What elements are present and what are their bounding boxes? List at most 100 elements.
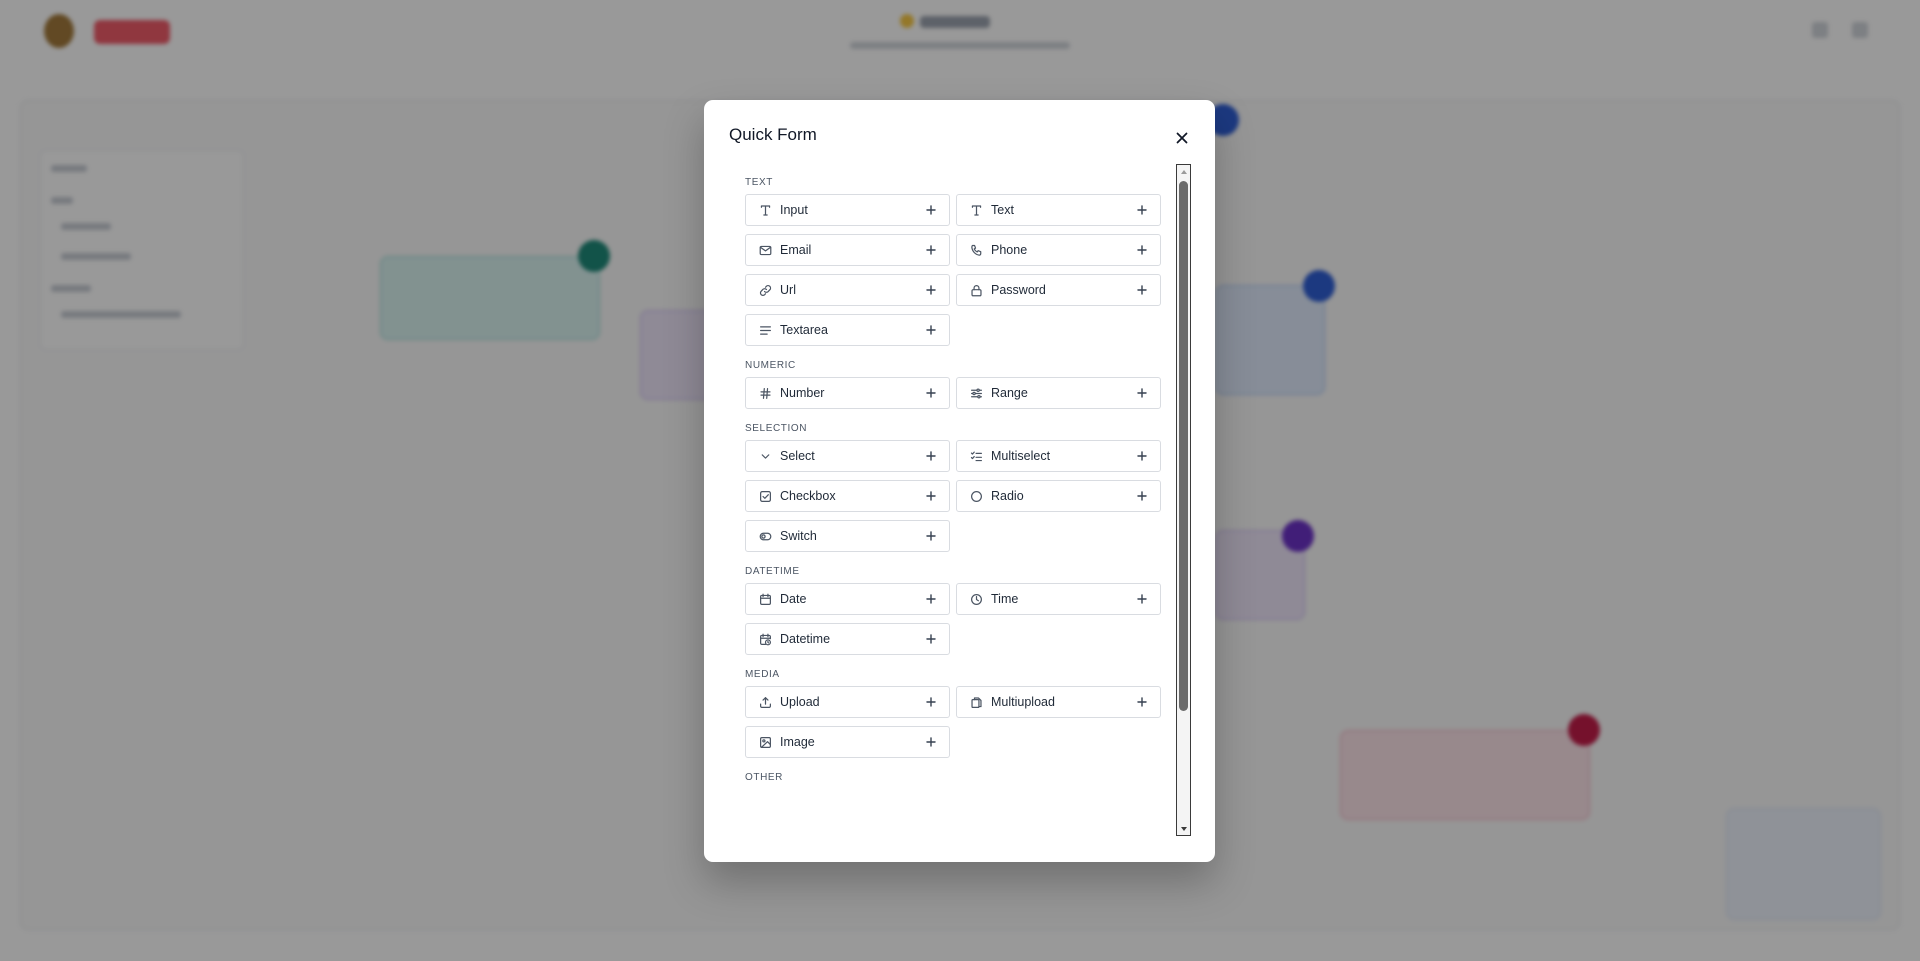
plus-icon [925, 244, 937, 256]
plus-icon [1136, 284, 1148, 296]
scrollbar-thumb[interactable] [1179, 181, 1188, 711]
close-button[interactable] [1169, 125, 1195, 151]
section-label-text: TEXT [745, 177, 773, 188]
field-label: Url [780, 283, 796, 297]
field-label: Select [780, 449, 815, 463]
field-list-scroll-area[interactable]: TEXT Input Text Email Phone Url Password Textar… [729, 164, 1191, 848]
field-list: TEXT Input Text Email Phone Url Password Textar… [745, 176, 1161, 785]
add-upload-field-button[interactable]: Upload [745, 686, 950, 718]
field-label: Email [780, 243, 812, 257]
field-label: Textarea [780, 323, 828, 337]
field-label: Switch [780, 529, 817, 543]
field-label: Upload [780, 695, 820, 709]
add-checkbox-field-button[interactable]: Checkbox [745, 480, 950, 512]
plus-icon [1136, 387, 1148, 399]
plus-icon [1136, 490, 1148, 502]
plus-icon [925, 633, 937, 645]
field-grid-datetime: Date Time Datetime [745, 583, 1161, 655]
add-time-field-button[interactable]: Time [956, 583, 1161, 615]
calendar-icon [758, 592, 772, 606]
upload-icon [758, 695, 772, 709]
plus-icon [925, 324, 937, 336]
field-label: Date [780, 592, 807, 606]
plus-icon [925, 696, 937, 708]
field-grid-numeric: Number Range [745, 377, 1161, 409]
scroll-up-arrow-icon[interactable] [1177, 165, 1190, 178]
add-date-field-button[interactable]: Date [745, 583, 950, 615]
plus-icon [925, 593, 937, 605]
field-label: Input [780, 203, 808, 217]
field-label: Checkbox [780, 489, 836, 503]
checkbox-icon [758, 489, 772, 503]
field-grid-selection: Select Multiselect Checkbox Radio Switch [745, 440, 1161, 552]
field-label: Text [991, 203, 1014, 217]
plus-icon [925, 736, 937, 748]
section-label-datetime: DATETIME [745, 566, 800, 577]
add-multiupload-field-button[interactable]: Multiupload [956, 686, 1161, 718]
hash-icon [758, 386, 772, 400]
files-icon [969, 695, 983, 709]
add-email-field-button[interactable]: Email [745, 234, 950, 266]
add-range-field-button[interactable]: Range [956, 377, 1161, 409]
field-label: Radio [991, 489, 1024, 503]
add-radio-field-button[interactable]: Radio [956, 480, 1161, 512]
sliders-icon [969, 386, 983, 400]
add-image-field-button[interactable]: Image [745, 726, 950, 758]
field-label: Datetime [780, 632, 831, 646]
section-label-media: MEDIA [745, 669, 780, 680]
plus-icon [925, 490, 937, 502]
add-url-field-button[interactable]: Url [745, 274, 950, 306]
add-multiselect-field-button[interactable]: Multiselect [956, 440, 1161, 472]
add-datetime-field-button[interactable]: Datetime [745, 623, 950, 655]
plus-icon [925, 284, 937, 296]
dialog-title: Quick Form [729, 125, 817, 144]
add-select-field-button[interactable]: Select [745, 440, 950, 472]
add-switch-field-button[interactable]: Switch [745, 520, 950, 552]
field-label: Phone [991, 243, 1028, 257]
section-label-numeric: NUMERIC [745, 360, 796, 371]
add-text-field-button[interactable]: Text [956, 194, 1161, 226]
scroll-down-arrow-icon[interactable] [1177, 822, 1190, 835]
field-grid-text: Input Text Email Phone Url Password Textarea [745, 194, 1161, 346]
plus-icon [1136, 204, 1148, 216]
section-label-selection: SELECTION [745, 423, 808, 434]
add-input-field-button[interactable]: Input [745, 194, 950, 226]
plus-icon [925, 387, 937, 399]
quick-form-dialog: Quick Form TEXT Input Text Email Phone Url Pas… [704, 100, 1215, 862]
field-label: Multiupload [991, 695, 1055, 709]
align-left-icon [758, 323, 772, 337]
mail-icon [758, 243, 772, 257]
clock-icon [969, 592, 983, 606]
plus-icon [925, 450, 937, 462]
field-label: Multiselect [991, 449, 1051, 463]
plus-icon [1136, 696, 1148, 708]
add-password-field-button[interactable]: Password [956, 274, 1161, 306]
image-icon [758, 735, 772, 749]
add-textarea-field-button[interactable]: Textarea [745, 314, 950, 346]
plus-icon [1136, 593, 1148, 605]
add-number-field-button[interactable]: Number [745, 377, 950, 409]
scrollbar[interactable] [1176, 164, 1191, 836]
field-label: Time [991, 592, 1019, 606]
add-phone-field-button[interactable]: Phone [956, 234, 1161, 266]
close-icon [1176, 132, 1188, 144]
plus-icon [925, 204, 937, 216]
section-label-other: OTHER [745, 772, 783, 783]
field-grid-media: Upload Multiupload Image [745, 686, 1161, 758]
plus-icon [1136, 450, 1148, 462]
circle-icon [969, 489, 983, 503]
link-icon [758, 283, 772, 297]
type-icon [969, 203, 983, 217]
field-label: Image [780, 735, 815, 749]
field-label: Password [991, 283, 1046, 297]
calendar-clock-icon [758, 632, 772, 646]
phone-icon [969, 243, 983, 257]
field-label: Number [780, 386, 825, 400]
list-checks-icon [969, 449, 983, 463]
type-icon [758, 203, 772, 217]
field-label: Range [991, 386, 1028, 400]
plus-icon [925, 530, 937, 542]
toggle-icon [758, 529, 772, 543]
chevron-down-icon [758, 449, 772, 463]
plus-icon [1136, 244, 1148, 256]
